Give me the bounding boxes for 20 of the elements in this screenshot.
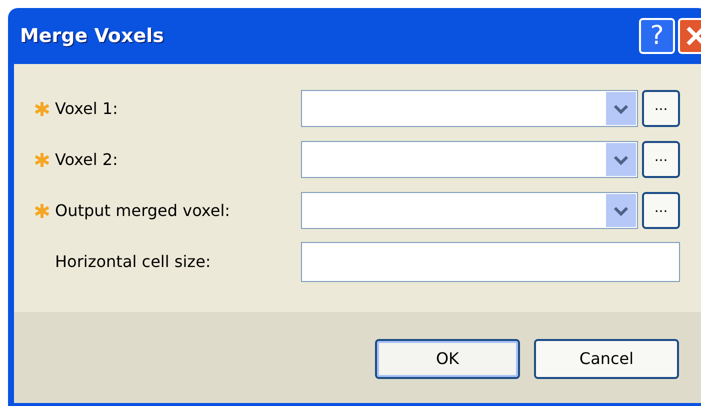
- text-input-field[interactable]: [301, 242, 680, 282]
- field-label: Voxel 2:: [55, 148, 119, 170]
- dropdown-field[interactable]: [301, 192, 638, 229]
- chevron-down-icon: [606, 143, 636, 176]
- field-label: Horizontal cell size:: [55, 250, 212, 272]
- browse-button[interactable]: ...: [642, 192, 680, 229]
- browse-button[interactable]: ...: [642, 90, 680, 127]
- dialog-button[interactable]: Cancel: [534, 339, 679, 379]
- chevron-down-icon: [606, 92, 636, 125]
- help-button[interactable]: ?: [639, 18, 675, 54]
- browse-button[interactable]: ...: [642, 141, 680, 178]
- dropdown-field[interactable]: [301, 90, 638, 127]
- dialog-button[interactable]: OK: [375, 339, 520, 379]
- field-label: Output merged voxel:: [55, 200, 232, 222]
- close-button[interactable]: [678, 18, 701, 54]
- dropdown-field[interactable]: [301, 141, 638, 178]
- field-label: Voxel 1:: [55, 98, 119, 120]
- window-title: Merge Voxels: [20, 24, 164, 49]
- chevron-down-icon: [606, 194, 636, 227]
- close-icon: [685, 25, 701, 47]
